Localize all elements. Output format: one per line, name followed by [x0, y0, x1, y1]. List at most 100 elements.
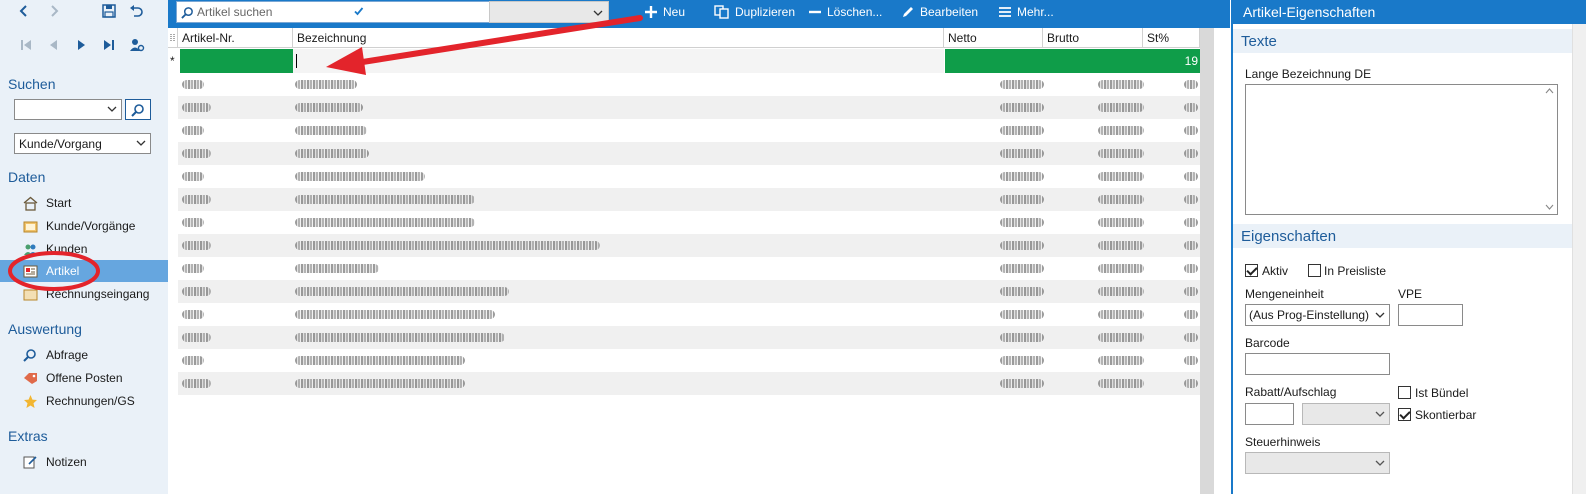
sidebar-filter-value: Kunde/Vorgang	[19, 136, 102, 151]
people-settings-icon[interactable]	[127, 35, 147, 55]
new-row-st-value: 19	[1184, 54, 1198, 68]
previous-record-icon[interactable]	[44, 35, 64, 55]
checkbox-box[interactable]	[352, 5, 365, 18]
table-row[interactable]	[178, 211, 1200, 234]
table-row[interactable]	[178, 234, 1200, 257]
table-row[interactable]	[178, 142, 1200, 165]
table-row[interactable]	[178, 257, 1200, 280]
mengeneinheit-select[interactable]: (Aus Prog-Einstellung)	[1245, 304, 1390, 326]
table-row[interactable]	[178, 165, 1200, 188]
next-record-icon[interactable]	[71, 35, 91, 55]
note-icon	[22, 454, 38, 470]
sidebar-filter-select[interactable]: Kunde/Vorgang	[14, 133, 151, 154]
sidebar-item-start[interactable]: Start	[0, 192, 168, 214]
obscured-brutto	[1098, 379, 1144, 388]
neu-label: Neu	[663, 5, 686, 19]
sidebar-item-label: Abfrage	[46, 348, 89, 362]
row-selector-header[interactable]	[168, 28, 178, 48]
table-row[interactable]	[178, 303, 1200, 326]
sidebar-item-rechnungen-gs[interactable]: Rechnungen/GS	[0, 390, 168, 412]
sidebar-item-kunden[interactable]: Kunden	[0, 238, 168, 260]
obscured-netto	[1000, 195, 1044, 204]
rabatt-input[interactable]	[1245, 403, 1294, 425]
obscured-artikel-nr	[182, 333, 211, 342]
neu-button[interactable]: Neu	[644, 0, 685, 24]
new-article-row[interactable]: * 19	[168, 49, 1200, 73]
first-record-icon[interactable]	[16, 35, 36, 55]
table-row[interactable]	[178, 96, 1200, 119]
sidebar-search-button[interactable]	[125, 99, 151, 120]
column-header-brutto[interactable]: Brutto	[1043, 28, 1143, 48]
chevron-up-icon	[1545, 88, 1554, 94]
column-header-artikel-nr[interactable]: Artikel-Nr.	[178, 28, 293, 48]
obscured-bezeichnung	[295, 149, 369, 158]
obscured-artikel-nr	[182, 356, 204, 365]
folder-icon	[22, 218, 38, 234]
table-row[interactable]	[178, 372, 1200, 395]
star-icon	[22, 393, 38, 409]
obscured-artikel-nr	[182, 103, 211, 112]
chevron-down-icon	[1375, 411, 1385, 417]
sidebar-item-offene-posten[interactable]: Offene Posten	[0, 367, 168, 389]
grid-scrollbar[interactable]	[1200, 28, 1214, 494]
vpe-input[interactable]	[1398, 304, 1463, 326]
rabatt-type-select[interactable]	[1302, 403, 1390, 425]
ist-buendel-checkbox[interactable]	[1398, 386, 1411, 399]
mehr-label: Mehr...	[1017, 5, 1054, 19]
last-record-icon[interactable]	[99, 35, 119, 55]
obscured-artikel-nr	[182, 149, 211, 158]
undo-icon[interactable]	[126, 1, 146, 21]
new-row-bezeichnung-cell[interactable]	[293, 49, 944, 73]
sidebar-search-input[interactable]	[14, 99, 122, 120]
nur-aktive-checkbox[interactable]: Nur aktive	[351, 0, 431, 24]
sidebar-item-rechnungseingang[interactable]: Rechnungseingang	[0, 283, 168, 305]
table-row[interactable]	[178, 326, 1200, 349]
duplizieren-button[interactable]: Duplizieren	[714, 0, 795, 24]
sidebar-item-notizen[interactable]: Notizen	[0, 451, 168, 473]
loeschen-button[interactable]: Löschen...	[808, 0, 882, 24]
obscured-bezeichnung	[295, 379, 465, 388]
back-icon[interactable]	[14, 1, 34, 21]
barcode-input[interactable]	[1245, 353, 1390, 375]
sidebar-item-label: Rechnungen/GS	[46, 394, 135, 408]
in-preisliste-checkbox[interactable]	[1308, 264, 1321, 277]
obscured-artikel-nr	[182, 241, 211, 250]
aktiv-checkbox[interactable]	[1245, 264, 1258, 277]
column-header-bezeichnung[interactable]: Bezeichnung	[293, 28, 944, 48]
obscured-artikel-nr	[182, 264, 204, 273]
table-row[interactable]	[178, 73, 1200, 96]
lange-bezeichnung-textarea[interactable]	[1245, 84, 1558, 215]
skontierbar-checkbox[interactable]	[1398, 408, 1411, 421]
new-row-marker: *	[170, 54, 175, 68]
panel-scrollbar[interactable]	[1572, 24, 1586, 494]
new-row-price-cell[interactable]: 19	[945, 49, 1200, 73]
sidebar-item-label: Rechnungseingang	[46, 287, 150, 301]
column-header-netto[interactable]: Netto	[944, 28, 1043, 48]
tag-icon	[22, 370, 38, 386]
sidebar-item-artikel[interactable]: Artikel	[0, 260, 168, 282]
sidebar-item-abfrage[interactable]: Abfrage	[0, 344, 168, 366]
table-row[interactable]	[178, 119, 1200, 142]
new-row-artikel-nr-cell[interactable]	[180, 49, 293, 73]
chevron-down-icon	[1375, 460, 1385, 466]
obscured-bezeichnung	[295, 126, 367, 135]
article-icon	[22, 263, 38, 279]
obscured-netto	[1000, 356, 1044, 365]
mehr-button[interactable]: Mehr...	[998, 0, 1054, 24]
table-row[interactable]	[178, 349, 1200, 372]
table-row[interactable]	[178, 188, 1200, 211]
save-icon[interactable]	[99, 1, 119, 21]
bearbeiten-button[interactable]: Bearbeiten	[901, 0, 978, 24]
table-row[interactable]	[178, 280, 1200, 303]
column-header-st-percent[interactable]: St%	[1143, 28, 1200, 48]
steuerhinweis-select[interactable]	[1245, 452, 1390, 474]
invoice-icon	[22, 286, 38, 302]
obscured-artikel-nr	[182, 172, 204, 181]
obscured-bezeichnung	[295, 103, 363, 112]
barcode-label: Barcode	[1245, 336, 1290, 350]
obscured-bezeichnung	[295, 172, 425, 181]
forward-icon[interactable]	[44, 1, 64, 21]
sidebar-item-kunde-vorgaenge[interactable]: Kunde/Vorgänge	[0, 215, 168, 237]
gruppe-select[interactable]	[489, 1, 609, 23]
obscured-bezeichnung	[295, 310, 495, 319]
